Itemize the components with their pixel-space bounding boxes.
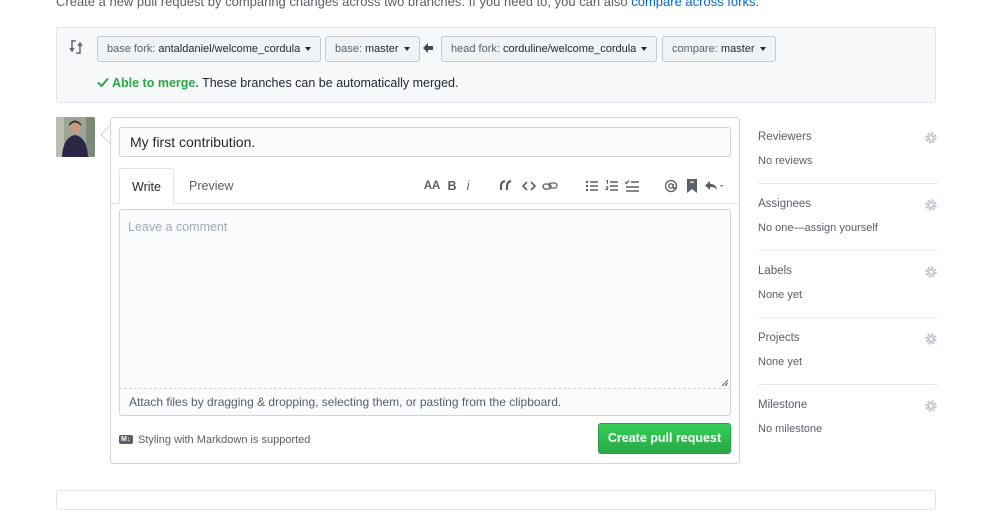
merge-status: Able to merge. These branches can be aut… <box>97 76 458 90</box>
quote-icon[interactable] <box>499 178 513 194</box>
markdown-support-note[interactable]: M↓ Styling with Markdown is supported <box>119 434 310 446</box>
gear-icon[interactable] <box>924 399 938 413</box>
intro-text: Create a new pull request by comparing c… <box>56 0 759 9</box>
sidebar-labels: Labels None yet <box>758 251 938 318</box>
sidebar-reviewers-value: No reviews <box>758 155 813 167</box>
compare-branch-select[interactable]: compare: master <box>662 36 776 62</box>
comment-textarea[interactable]: Leave a comment <box>119 209 731 389</box>
base-branch-select[interactable]: base: master <box>325 36 420 62</box>
gear-icon[interactable] <box>924 198 938 212</box>
commits-summary-box <box>56 490 936 510</box>
bookmark-icon[interactable] <box>686 178 698 194</box>
sidebar-assignees: Assignees No one—assign yourself <box>758 184 938 251</box>
tab-preview[interactable]: Preview <box>177 168 245 203</box>
comment-placeholder: Leave a comment <box>128 220 228 234</box>
compare-branch-label: compare: <box>672 43 721 55</box>
reply-icon[interactable] <box>704 178 726 194</box>
head-fork-label: head fork: <box>451 43 503 55</box>
caret-down-icon <box>759 47 766 52</box>
merge-status-detail: These branches can be automatically merg… <box>198 76 459 90</box>
sidebar-milestone: Milestone No milestone <box>758 385 938 452</box>
sidebar-reviewers: Reviewers No reviews <box>758 117 938 184</box>
mention-icon[interactable] <box>664 178 678 194</box>
git-compare-icon <box>69 40 83 54</box>
branch-range-editor: base fork: antaldaniel/welcome_cordula b… <box>56 27 936 103</box>
pull-request-composer: My first contribution. Write Preview AA … <box>110 117 740 464</box>
code-icon[interactable] <box>522 178 536 194</box>
avatar[interactable] <box>56 117 95 157</box>
merge-status-label: Able to merge. <box>112 76 199 90</box>
header-text-icon[interactable]: AA <box>423 178 441 194</box>
intro-description: Create a new pull request by comparing c… <box>56 0 632 9</box>
editor-tabs: Write Preview AA B i <box>111 168 739 204</box>
caret-down-icon <box>403 47 410 52</box>
base-branch-label: base: <box>335 43 365 55</box>
tab-write[interactable]: Write <box>119 168 174 204</box>
resize-handle-icon[interactable] <box>721 379 729 387</box>
unordered-list-icon[interactable] <box>585 178 599 194</box>
base-fork-select[interactable]: base fork: antaldaniel/welcome_cordula <box>97 36 322 62</box>
pr-title-input[interactable]: My first contribution. <box>119 127 731 157</box>
base-fork-label: base fork: <box>107 43 159 55</box>
markdown-icon-glyph: M↓ <box>121 436 131 443</box>
avatar-image <box>56 117 95 157</box>
sidebar-projects-title[interactable]: Projects <box>758 332 800 344</box>
markdown-icon: M↓ <box>119 435 133 444</box>
caret-down-icon <box>305 47 312 52</box>
sidebar-milestone-value: No milestone <box>758 423 823 435</box>
sidebar-milestone-title[interactable]: Milestone <box>758 399 807 411</box>
sidebar-assignees-title[interactable]: Assignees <box>758 198 811 210</box>
sidebar-reviewers-title[interactable]: Reviewers <box>758 131 812 143</box>
ordered-list-icon[interactable] <box>605 178 619 194</box>
bold-icon[interactable]: B <box>446 178 458 194</box>
gear-icon[interactable] <box>924 265 938 279</box>
sidebar-assignees-value[interactable]: No one—assign yourself <box>758 222 878 234</box>
sidebar-labels-value: None yet <box>758 289 803 301</box>
check-icon <box>97 77 109 88</box>
link-icon[interactable] <box>542 178 558 194</box>
arrow-left-icon <box>423 43 433 53</box>
sidebar-projects-value: None yet <box>758 356 803 368</box>
caret-down-icon <box>641 47 648 52</box>
gear-icon[interactable] <box>924 332 938 346</box>
file-attachment-dropzone[interactable]: Attach files by dragging & dropping, sel… <box>119 389 731 416</box>
head-fork-select[interactable]: head fork: corduline/welcome_cordula <box>441 36 658 62</box>
gear-icon[interactable] <box>924 131 938 145</box>
base-fork-value: antaldaniel/welcome_cordula <box>158 43 301 55</box>
head-fork-value: corduline/welcome_cordula <box>502 43 637 55</box>
compare-across-forks-link[interactable]: compare across forks. <box>631 0 759 9</box>
create-pull-request-button[interactable]: Create pull request <box>598 423 731 454</box>
base-branch-value: master <box>364 43 399 55</box>
italic-icon[interactable]: i <box>463 178 473 194</box>
sidebar-projects: Projects None yet <box>758 318 938 385</box>
markdown-note-text: Styling with Markdown is supported <box>138 434 311 446</box>
sidebar-labels-title[interactable]: Labels <box>758 265 792 277</box>
task-list-icon[interactable] <box>624 178 640 194</box>
compare-branch-value: master <box>720 43 755 55</box>
